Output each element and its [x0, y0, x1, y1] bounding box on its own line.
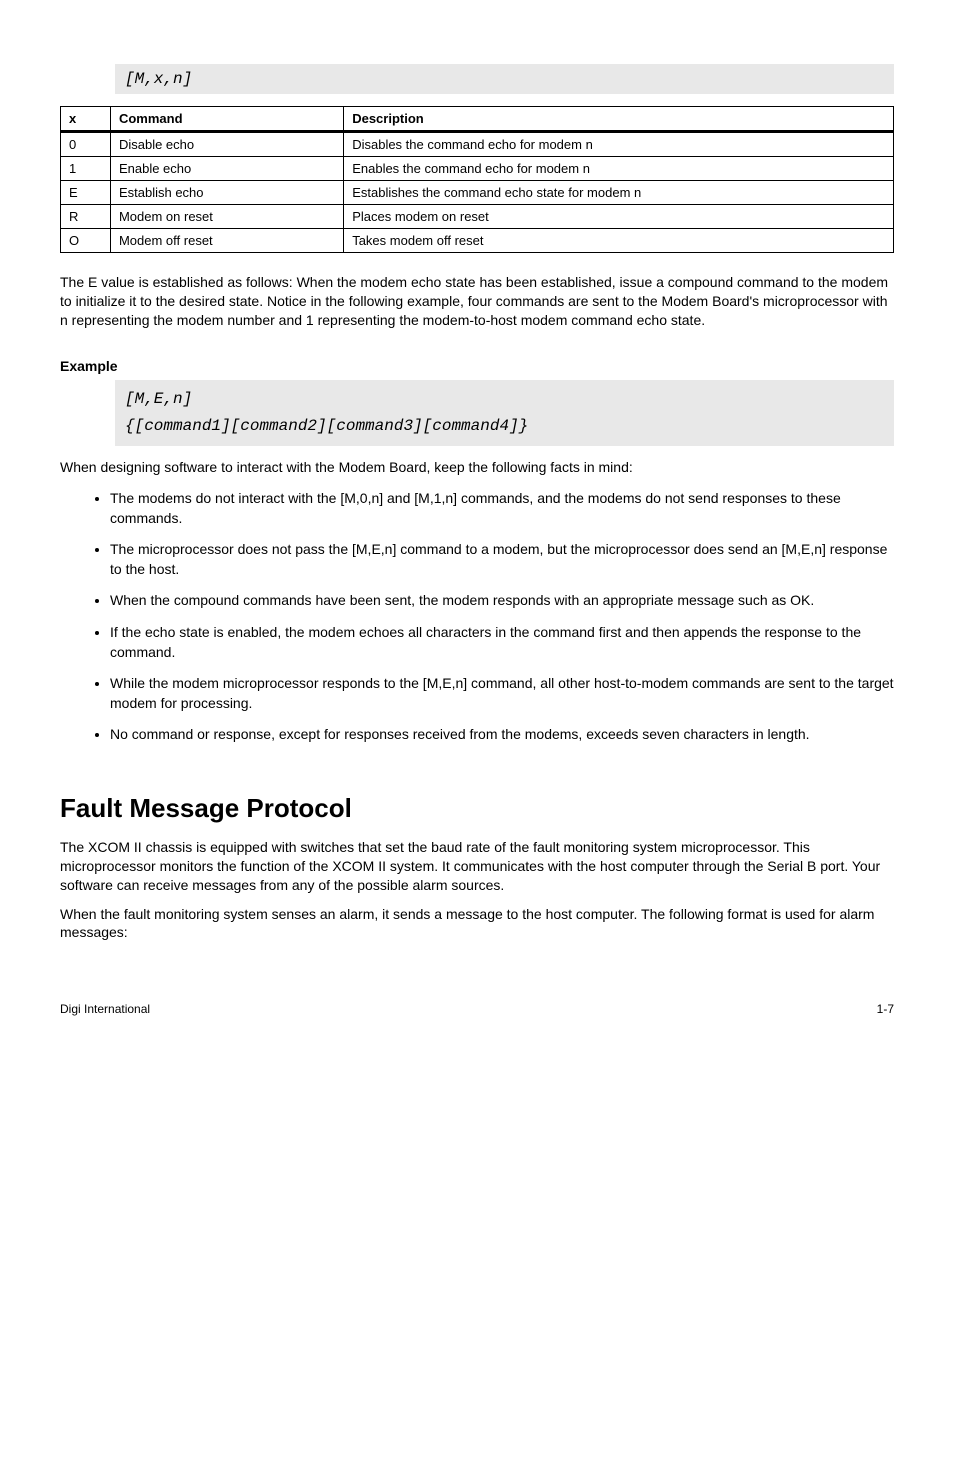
table-row: 0 Disable echo Disables the command echo… [61, 132, 894, 157]
table-row: O Modem off reset Takes modem off reset [61, 229, 894, 253]
list-item: No command or response, except for respo… [110, 725, 894, 745]
table-row: E Establish echo Establishes the command… [61, 181, 894, 205]
cell-description: Places modem on reset [344, 205, 894, 229]
footer-right: 1-7 [877, 1002, 894, 1016]
paragraph-facts-intro: When designing software to interact with… [60, 458, 894, 477]
col-header-x: x [61, 107, 111, 132]
paragraph-fault-1: The XCOM II chassis is equipped with swi… [60, 838, 894, 895]
table-row: R Modem on reset Places modem on reset [61, 205, 894, 229]
code-block-mxn: [M,x,n] [115, 64, 894, 94]
list-item: While the modem microprocessor responds … [110, 674, 894, 713]
paragraph-establish-echo: The E value is established as follows: W… [60, 273, 894, 330]
footer-left: Digi International [60, 1002, 150, 1016]
cell-command: Disable echo [110, 132, 343, 157]
col-header-command: Command [110, 107, 343, 132]
cell-x: R [61, 205, 111, 229]
cell-x: 1 [61, 157, 111, 181]
cell-x: 0 [61, 132, 111, 157]
cell-description: Takes modem off reset [344, 229, 894, 253]
cell-description: Disables the command echo for modem n [344, 132, 894, 157]
cell-description: Enables the command echo for modem n [344, 157, 894, 181]
cell-command: Modem off reset [110, 229, 343, 253]
cell-description: Establishes the command echo state for m… [344, 181, 894, 205]
list-item: If the echo state is enabled, the modem … [110, 623, 894, 662]
col-header-description: Description [344, 107, 894, 132]
command-table: x Command Description 0 Disable echo Dis… [60, 106, 894, 253]
paragraph-fault-2: When the fault monitoring system senses … [60, 905, 894, 943]
table-header-row: x Command Description [61, 107, 894, 132]
cell-x: O [61, 229, 111, 253]
example-subhead: Example [60, 358, 894, 374]
list-item: The microprocessor does not pass the [M,… [110, 540, 894, 579]
cell-command: Establish echo [110, 181, 343, 205]
cell-x: E [61, 181, 111, 205]
cell-command: Modem on reset [110, 205, 343, 229]
fault-message-heading: Fault Message Protocol [60, 793, 894, 824]
cell-command: Enable echo [110, 157, 343, 181]
table-row: 1 Enable echo Enables the command echo f… [61, 157, 894, 181]
list-item: When the compound commands have been sen… [110, 591, 894, 611]
page-footer: Digi International 1-7 [60, 1002, 894, 1016]
list-item: The modems do not interact with the [M,0… [110, 489, 894, 528]
code-block-example: [M,E,n] {[command1][command2][command3][… [115, 380, 894, 446]
rules-list: The modems do not interact with the [M,0… [60, 489, 894, 745]
